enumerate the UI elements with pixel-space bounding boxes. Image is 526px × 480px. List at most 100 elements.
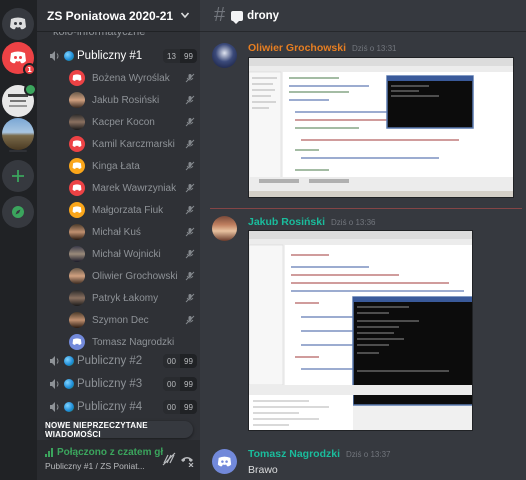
avatar	[69, 268, 85, 284]
globe-icon	[64, 51, 74, 61]
user-limit-badge: 00 99	[163, 400, 197, 414]
voice-member[interactable]: Bożena Wyroślak	[69, 67, 195, 89]
voice-channel-publiczny-3[interactable]: Publiczny #3 00 99	[49, 374, 197, 394]
chat-area: # drony Oliwier Grochowski Dziś o 13:31	[200, 0, 526, 480]
voice-member[interactable]: Tomasz Nagrodzki	[69, 331, 195, 353]
chevron-down-icon	[180, 12, 190, 19]
voice-member-name: Tomasz Nagrodzki	[92, 336, 175, 348]
voice-channel-publiczny-1[interactable]: Publiczny #1 13 99	[49, 46, 197, 66]
new-messages-divider	[210, 208, 522, 209]
avatar	[69, 114, 85, 130]
voice-member[interactable]: Oliwier Grochowski	[69, 265, 195, 287]
voice-member[interactable]: Kacper Kocon	[69, 111, 195, 133]
user-limit-badge: 00 99	[163, 377, 197, 391]
message-timestamp: Dziś o 13:36	[331, 218, 376, 227]
voice-member[interactable]: Michał Kuś	[69, 221, 195, 243]
muted-mic-icon	[185, 95, 195, 105]
image-attachment[interactable]	[248, 57, 514, 198]
voice-channel-publiczny-4[interactable]: Publiczny #4 00 99	[49, 397, 197, 417]
voice-member[interactable]: Kamil Karczmarski	[69, 133, 195, 155]
voice-channel-label: Publiczny #3	[77, 378, 143, 390]
avatar	[69, 136, 85, 152]
muted-mic-icon	[185, 161, 195, 171]
noise-suppression-icon[interactable]	[161, 451, 177, 467]
avatar[interactable]	[212, 43, 237, 68]
user-limit-badge: 13 99	[163, 49, 197, 63]
discord-server-icon[interactable]: 1	[2, 42, 36, 76]
speaker-icon	[50, 51, 59, 61]
code-editor-screenshot	[249, 231, 472, 430]
voice-channel-label: Publiczny #1	[77, 50, 143, 62]
message-author[interactable]: Jakub Rosiński	[248, 216, 325, 228]
voice-member-name: Oliwier Grochowski	[92, 270, 178, 282]
globe-icon	[64, 356, 74, 366]
image-attachment[interactable]	[248, 230, 473, 431]
voice-member[interactable]: Małgorzata Fiuk	[69, 199, 195, 221]
discord-logo-icon	[217, 456, 232, 466]
new-unread-messages-button[interactable]: NOWE NIEPRZECZYTANE WIADOMOŚCI	[45, 421, 193, 439]
muted-mic-icon	[185, 249, 195, 259]
disconnect-icon[interactable]	[179, 451, 195, 467]
voice-status[interactable]: Połączono z czatem gł	[45, 447, 163, 458]
voice-member[interactable]: Kinga Łata	[69, 155, 195, 177]
message-header: Oliwier Grochowski Dziś o 13:31	[248, 42, 397, 54]
avatar	[69, 92, 85, 108]
voice-member-name: Małgorzata Fiuk	[92, 204, 164, 216]
avatar	[69, 290, 85, 306]
avatar	[69, 312, 85, 328]
explore-servers-icon[interactable]	[2, 196, 34, 228]
voice-status-label: Połączono z czatem gł	[57, 447, 164, 458]
muted-mic-icon	[185, 315, 195, 325]
voice-channel-label: Publiczny #4	[77, 401, 143, 413]
voice-member[interactable]: Patryk Łakomy	[69, 287, 195, 309]
message-author[interactable]: Oliwier Grochowski	[248, 42, 346, 54]
message: Tomasz Nagrodzki Dziś o 13:37 Brawo	[200, 447, 526, 480]
discord-app: 1 koło-informatyczne ZS Poniatowa 2020-2…	[0, 0, 526, 480]
globe-icon	[64, 402, 74, 412]
speaker-icon	[50, 402, 59, 412]
server-3-icon[interactable]	[2, 83, 37, 117]
add-server-icon[interactable]	[2, 160, 34, 192]
message-author[interactable]: Tomasz Nagrodzki	[248, 448, 340, 460]
code-editor-screenshot	[249, 58, 513, 197]
voice-member-name: Michał Kuś	[92, 226, 141, 238]
message: Jakub Rosiński Dziś o 13:36	[200, 214, 526, 434]
muted-mic-icon	[185, 183, 195, 193]
voice-member-name: Kinga Łata	[92, 160, 140, 172]
voice-channel-path[interactable]: Publiczny #1 / ZS Poniat...	[45, 461, 145, 471]
muted-mic-icon	[185, 73, 195, 83]
voice-member-name: Marek Wawrzyniak	[92, 182, 177, 194]
voice-member-name: Szymon Dec	[92, 314, 149, 326]
voice-member[interactable]: Marek Wawrzyniak	[69, 177, 195, 199]
speaker-icon	[50, 379, 59, 389]
voice-member[interactable]: Jakub Rosiński	[69, 89, 195, 111]
guild-name: ZS Poniatowa 2020-21	[47, 8, 174, 23]
message: Oliwier Grochowski Dziś o 13:31	[200, 40, 526, 205]
avatar	[69, 158, 85, 174]
avatar	[69, 334, 85, 350]
voice-member[interactable]: Michał Wojnicki	[69, 243, 195, 265]
voice-channel-publiczny-2[interactable]: Publiczny #2 00 99	[49, 351, 197, 371]
voice-member-name: Bożena Wyroślak	[92, 72, 170, 84]
message-timestamp: Dziś o 13:37	[346, 450, 391, 459]
hash-icon: #	[214, 4, 226, 26]
avatar	[69, 70, 85, 86]
channel-title: drony	[247, 9, 280, 22]
message-text: Brawo	[248, 464, 278, 476]
globe-icon	[64, 379, 74, 389]
voice-member-name: Kacper Kocon	[92, 116, 155, 128]
muted-mic-icon	[185, 139, 195, 149]
avatar[interactable]	[212, 449, 237, 474]
guild-header[interactable]: ZS Poniatowa 2020-21	[37, 0, 200, 32]
home-server-icon[interactable]	[2, 8, 34, 40]
muted-mic-icon	[185, 271, 195, 281]
user-limit-badge: 00 99	[163, 354, 197, 368]
message-header: Tomasz Nagrodzki Dziś o 13:37	[248, 448, 390, 460]
server-4-icon[interactable]	[2, 118, 34, 150]
avatar	[69, 202, 85, 218]
voice-channel-label: Publiczny #2	[77, 355, 143, 367]
voice-member[interactable]: Szymon Dec	[69, 309, 195, 331]
muted-mic-icon	[185, 117, 195, 127]
avatar[interactable]	[212, 216, 237, 241]
voice-member-name: Kamil Karczmarski	[92, 138, 175, 150]
